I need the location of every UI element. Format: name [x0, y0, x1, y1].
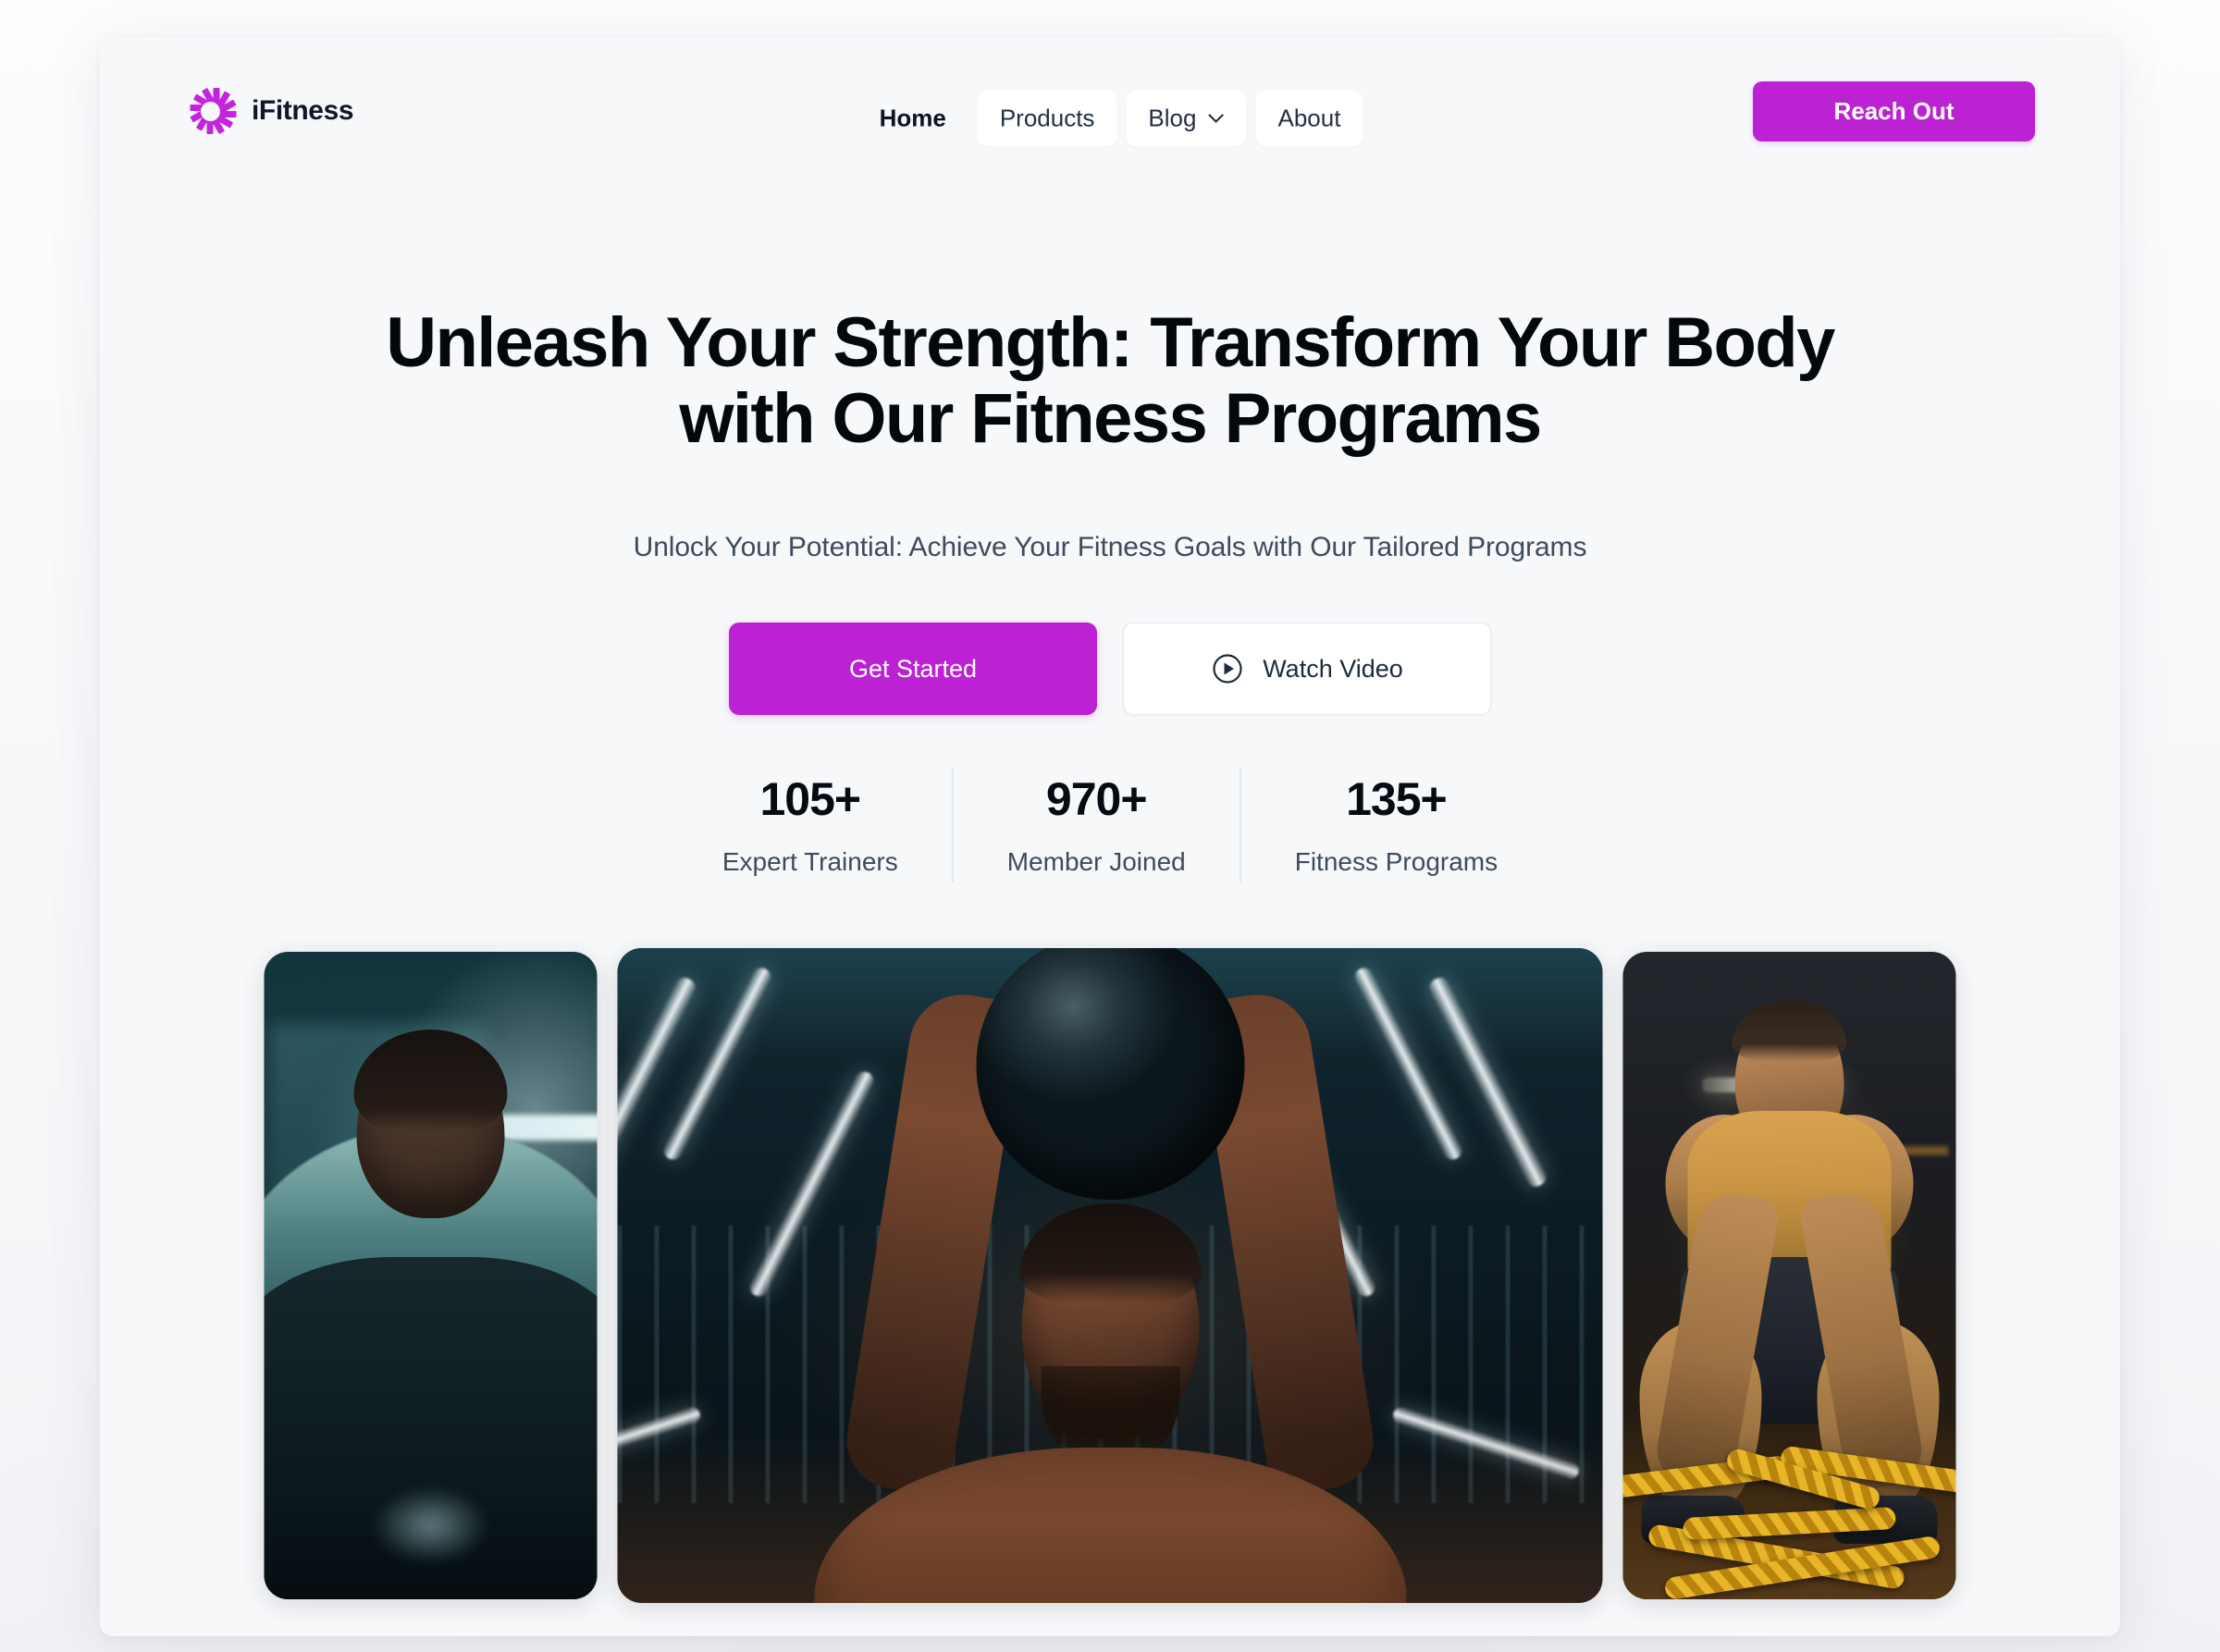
nav-item-label: About — [1277, 104, 1341, 132]
nav-item-label: Products — [999, 104, 1095, 132]
stat-label: Fitness Programs — [1294, 846, 1498, 876]
watch-video-label: Watch Video — [1263, 654, 1403, 683]
photo-surface — [1622, 952, 1956, 1599]
chevron-down-icon — [1208, 114, 1224, 123]
stat-member-joined: 970+ Member Joined — [954, 773, 1240, 877]
stat-value: 135+ — [1346, 773, 1448, 826]
nav-item-home[interactable]: Home — [857, 91, 968, 147]
stats-row: 105+ Expert Trainers 970+ Member Joined … — [669, 768, 1551, 882]
page-container: iFitness Home Products Blog About Reach … — [100, 37, 2120, 1636]
athlete-medicine-ball-photo — [617, 948, 1603, 1603]
hero-subtitle: Unlock Your Potential: Achieve Your Fitn… — [633, 532, 1587, 562]
navbar: iFitness Home Products Blog About Reach … — [100, 37, 2120, 203]
nav-item-products[interactable]: Products — [977, 90, 1117, 147]
stat-label: Expert Trainers — [722, 846, 898, 876]
watch-video-button[interactable]: Watch Video — [1123, 623, 1491, 715]
stat-value: 970+ — [1045, 773, 1148, 826]
get-started-button[interactable]: Get Started — [729, 623, 1097, 715]
hero-cta-row: Get Started Watch Video — [729, 623, 1491, 715]
reach-out-button[interactable]: Reach Out — [1753, 81, 2035, 142]
stat-fitness-programs: 135+ Fitness Programs — [1241, 773, 1551, 877]
main-navigation: Home Products Blog About — [857, 90, 1363, 147]
photo-surface — [617, 948, 1603, 1603]
photo-surface — [264, 952, 598, 1599]
stat-value: 105+ — [759, 773, 861, 826]
nav-item-about[interactable]: About — [1255, 90, 1363, 147]
athlete-battle-ropes-photo — [1622, 952, 1956, 1599]
stat-expert-trainers: 105+ Expert Trainers — [669, 773, 952, 877]
nav-item-label: Blog — [1148, 104, 1197, 132]
page-title: Unleash Your Strength: Transform Your Bo… — [386, 303, 1835, 459]
stat-label: Member Joined — [1006, 846, 1186, 876]
play-circle-icon — [1213, 654, 1242, 684]
sunburst-spark-icon — [185, 86, 237, 136]
brand-logo[interactable]: iFitness — [185, 81, 354, 141]
athlete-pushup-photo — [264, 952, 598, 1599]
hero-image-gallery — [264, 948, 1956, 1603]
nav-item-label: Home — [879, 104, 946, 132]
brand-name: iFitness — [252, 95, 354, 126]
nav-item-blog[interactable]: Blog — [1126, 90, 1247, 147]
